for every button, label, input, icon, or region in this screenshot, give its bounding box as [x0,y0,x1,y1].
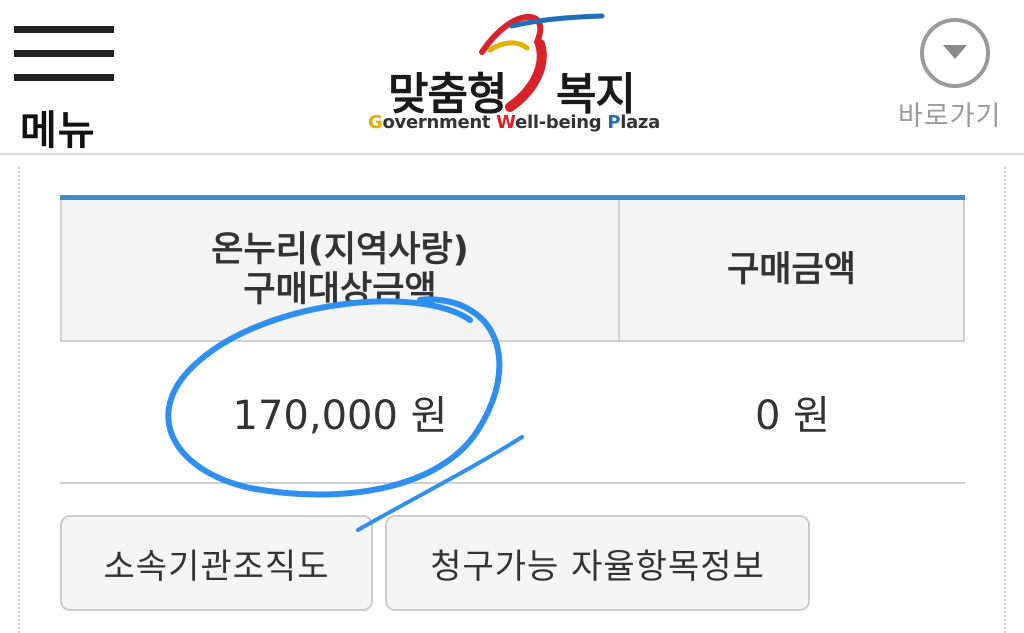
purchase-amount-value: 0 원 [755,393,830,439]
site-logo[interactable]: 맞춤형 복지 Government Well-being Plaza [362,12,662,142]
table-row: 170,000 원 0 원 [60,342,965,484]
hamburger-menu-icon [14,26,114,33]
logo-text-government: overnment [382,112,497,133]
dotted-border-right [1004,167,1006,633]
column-header-eligible-line1: 온누리(지역사랑) [211,230,469,270]
main-content: 온누리(지역사랑) 구매대상금액 구매금액 170,000 원 0 원 소속기관… [0,157,1024,633]
logo-text-plaza: laza [620,112,660,133]
logo-text-wellbeing: ell-being [515,112,608,133]
menu-button[interactable]: 메뉴 [12,22,116,154]
logo-subtitle: Government Well-being Plaza [368,112,660,133]
chevron-down-icon [943,45,967,59]
column-header-eligible-amount: 온누리(지역사랑) 구매대상금액 [62,200,620,340]
hamburger-menu-icon-bar [14,74,114,81]
hamburger-menu-icon-bar [14,50,114,57]
dotted-border-left [18,167,20,633]
claimable-items-button[interactable]: 청구가능 자율항목정보 [385,515,810,611]
shortcut-button[interactable]: 바로가기 [896,14,1016,132]
logo-letter-w: W [496,112,516,133]
org-chart-button[interactable]: 소속기관조직도 [60,515,373,611]
column-header-eligible-line2: 구매대상금액 [243,270,437,310]
dropdown-circle-icon [920,18,990,88]
eligible-amount-value: 170,000 원 [232,393,448,439]
amount-table: 온누리(지역사랑) 구매대상금액 구매금액 170,000 원 0 원 [60,195,965,484]
app-header: 메뉴 맞춤형 복지 Government Well-being Plaza 바로… [0,0,1024,155]
table-header-row: 온누리(지역사랑) 구매대상금액 구매금액 [60,200,965,342]
shortcut-label: 바로가기 [898,101,1002,132]
logo-letter-g: G [368,112,383,133]
column-header-purchase-amount: 구매금액 [727,250,856,290]
logo-letter-p: P [607,112,621,133]
menu-label: 메뉴 [20,108,96,154]
